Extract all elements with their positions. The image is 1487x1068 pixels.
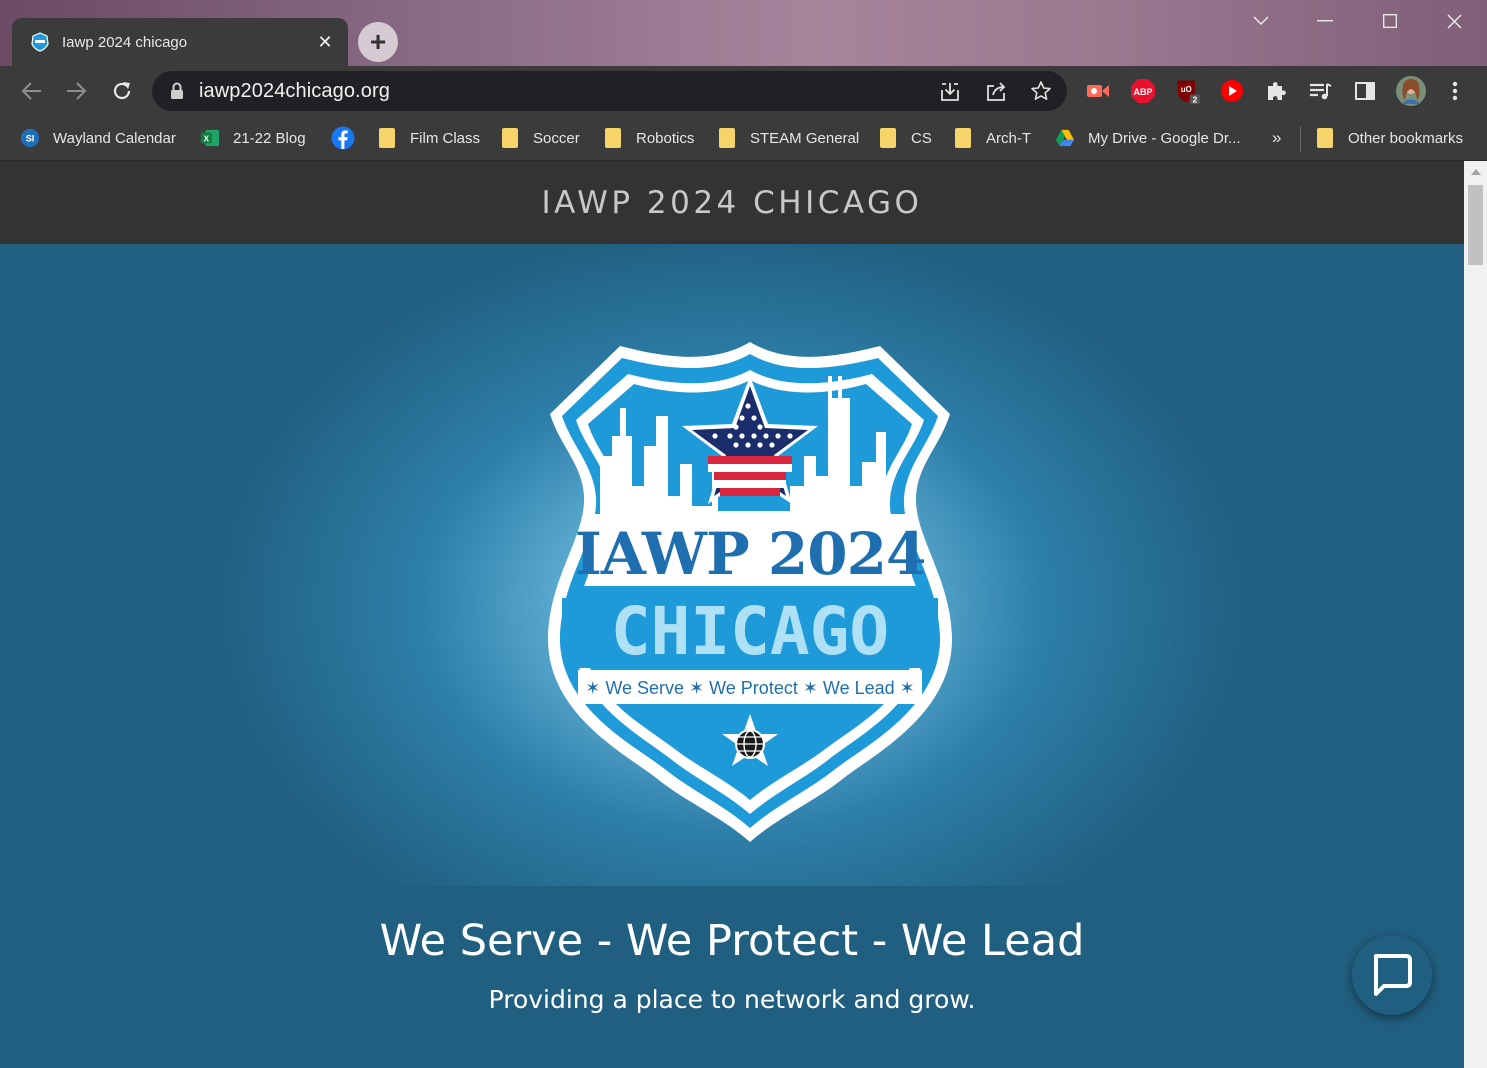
bookmark-robotics[interactable]: Robotics [605,124,694,152]
bookmark-arch-t[interactable]: Arch-T [955,124,1031,152]
logo-line1: IAWP 2024 [575,520,926,588]
install-app-icon[interactable] [938,79,962,103]
google-drive-icon [1055,129,1075,147]
extensions-puzzle-icon[interactable] [1263,78,1289,104]
screencastify-icon[interactable] [1085,78,1111,104]
folder-icon [955,128,971,148]
bookmark-label: Wayland Calendar [53,129,176,147]
svg-text:X: X [204,135,210,144]
bookmark-label: My Drive - Google Dr... [1088,129,1241,147]
hero-tagline: We Serve - We Protect - We Lead [379,916,1085,966]
lock-icon [171,82,183,99]
bookmark-label: Arch-T [986,129,1031,147]
site-header: IAWP 2024 CHICAGO [0,161,1464,244]
reading-list-icon[interactable] [1307,78,1333,104]
ublock-origin-icon[interactable]: uO 2 [1175,78,1201,104]
browser-toolbar: iawp2024chicago.org ABP uO 2 [0,66,1487,116]
share-icon[interactable] [984,79,1008,103]
new-tab-button[interactable]: + [358,22,398,62]
hero-section: IAWP 2024 CHICAGO ✶ We Serve ✶ We Protec… [0,244,1464,886]
bookmark-cs[interactable]: CS [880,124,932,152]
scroll-up-arrow-icon[interactable] [1464,161,1487,183]
maximize-icon[interactable] [1377,8,1403,34]
bookmark-label: Soccer [533,129,580,147]
bookmark-label: STEAM General [750,129,860,147]
bookmark-label: Other bookmarks [1348,129,1464,147]
chat-button[interactable] [1352,935,1432,1015]
bookmark-steam-general[interactable]: STEAM General [719,124,859,152]
hero-subline: Providing a place to network and grow. [488,985,976,1014]
web-page: IAWP 2024 CHICAGO IAWP 2024 CHICAGO ✶ We… [0,161,1464,1068]
bookmark-film-class[interactable]: Film Class [379,124,480,152]
bookmark-label: Robotics [636,129,695,147]
url-text[interactable]: iawp2024chicago.org [199,80,390,103]
tab-close-icon[interactable]: ✕ [314,31,336,53]
youtube-icon[interactable] [1219,78,1245,104]
folder-icon [379,128,395,148]
folder-icon [1317,128,1333,148]
logo-line2: CHICAGO [611,593,889,670]
tab-title: Iawp 2024 chicago [62,33,188,51]
bookmarks-bar: SI Wayland Calendar X 21-22 Blog Film Cl… [0,116,1487,161]
bookmark-facebook[interactable] [331,124,355,152]
iawp-badge-favicon-icon [31,32,49,52]
address-bar[interactable]: iawp2024chicago.org [152,71,1067,111]
svg-text:uO: uO [1181,85,1192,94]
folder-icon [880,128,896,148]
svg-text:ABP: ABP [1133,87,1152,97]
scroll-thumb[interactable] [1468,185,1483,265]
profile-avatar[interactable] [1396,76,1426,106]
browser-title-bar: Iawp 2024 chicago ✕ + [0,0,1487,66]
excel-icon: X [200,129,220,147]
browser-tab[interactable]: Iawp 2024 chicago ✕ [12,18,348,66]
svg-text:SI: SI [26,134,35,144]
tab-search-icon[interactable] [1248,8,1274,34]
close-icon[interactable] [1441,8,1467,34]
folder-icon [605,128,621,148]
bookmark-label: 21-22 Blog [233,129,306,147]
chat-bubble-icon [1374,954,1412,996]
back-arrow-icon[interactable] [18,77,46,105]
side-panel-icon[interactable] [1352,78,1378,104]
folder-icon [719,128,735,148]
bookmark-other-bookmarks[interactable]: Other bookmarks [1317,124,1463,152]
page-scrollbar[interactable] [1464,161,1487,1068]
bookmarks-divider [1300,126,1301,152]
forward-arrow-icon[interactable] [62,77,90,105]
adblock-plus-icon[interactable]: ABP [1130,78,1156,104]
bookmark-label: CS [911,129,932,147]
minimize-icon[interactable] [1312,8,1338,34]
bookmarks-overflow-chevron[interactable]: » [1272,124,1281,152]
bookmark-soccer[interactable]: Soccer [502,124,580,152]
menu-kebab-icon[interactable] [1442,78,1468,104]
bookmark-label: Film Class [410,129,480,147]
bookmark-star-icon[interactable] [1029,79,1053,103]
reload-icon[interactable] [108,77,136,105]
logo-motto: ✶ We Serve ✶ We Protect ✶ We Lead ✶ [585,678,914,698]
folder-icon [502,128,518,148]
iawp-chicago-badge-logo: IAWP 2024 CHICAGO ✶ We Serve ✶ We Protec… [547,342,953,842]
bookmark-google-drive[interactable]: My Drive - Google Dr... [1055,124,1241,152]
wayland-si-icon: SI [20,128,40,148]
bookmark-wayland-calendar[interactable]: SI Wayland Calendar [20,124,176,152]
facebook-icon [331,126,355,150]
site-title[interactable]: IAWP 2024 CHICAGO [542,185,923,221]
svg-text:2: 2 [1193,94,1198,104]
bookmark-21-22-blog[interactable]: X 21-22 Blog [200,124,306,152]
